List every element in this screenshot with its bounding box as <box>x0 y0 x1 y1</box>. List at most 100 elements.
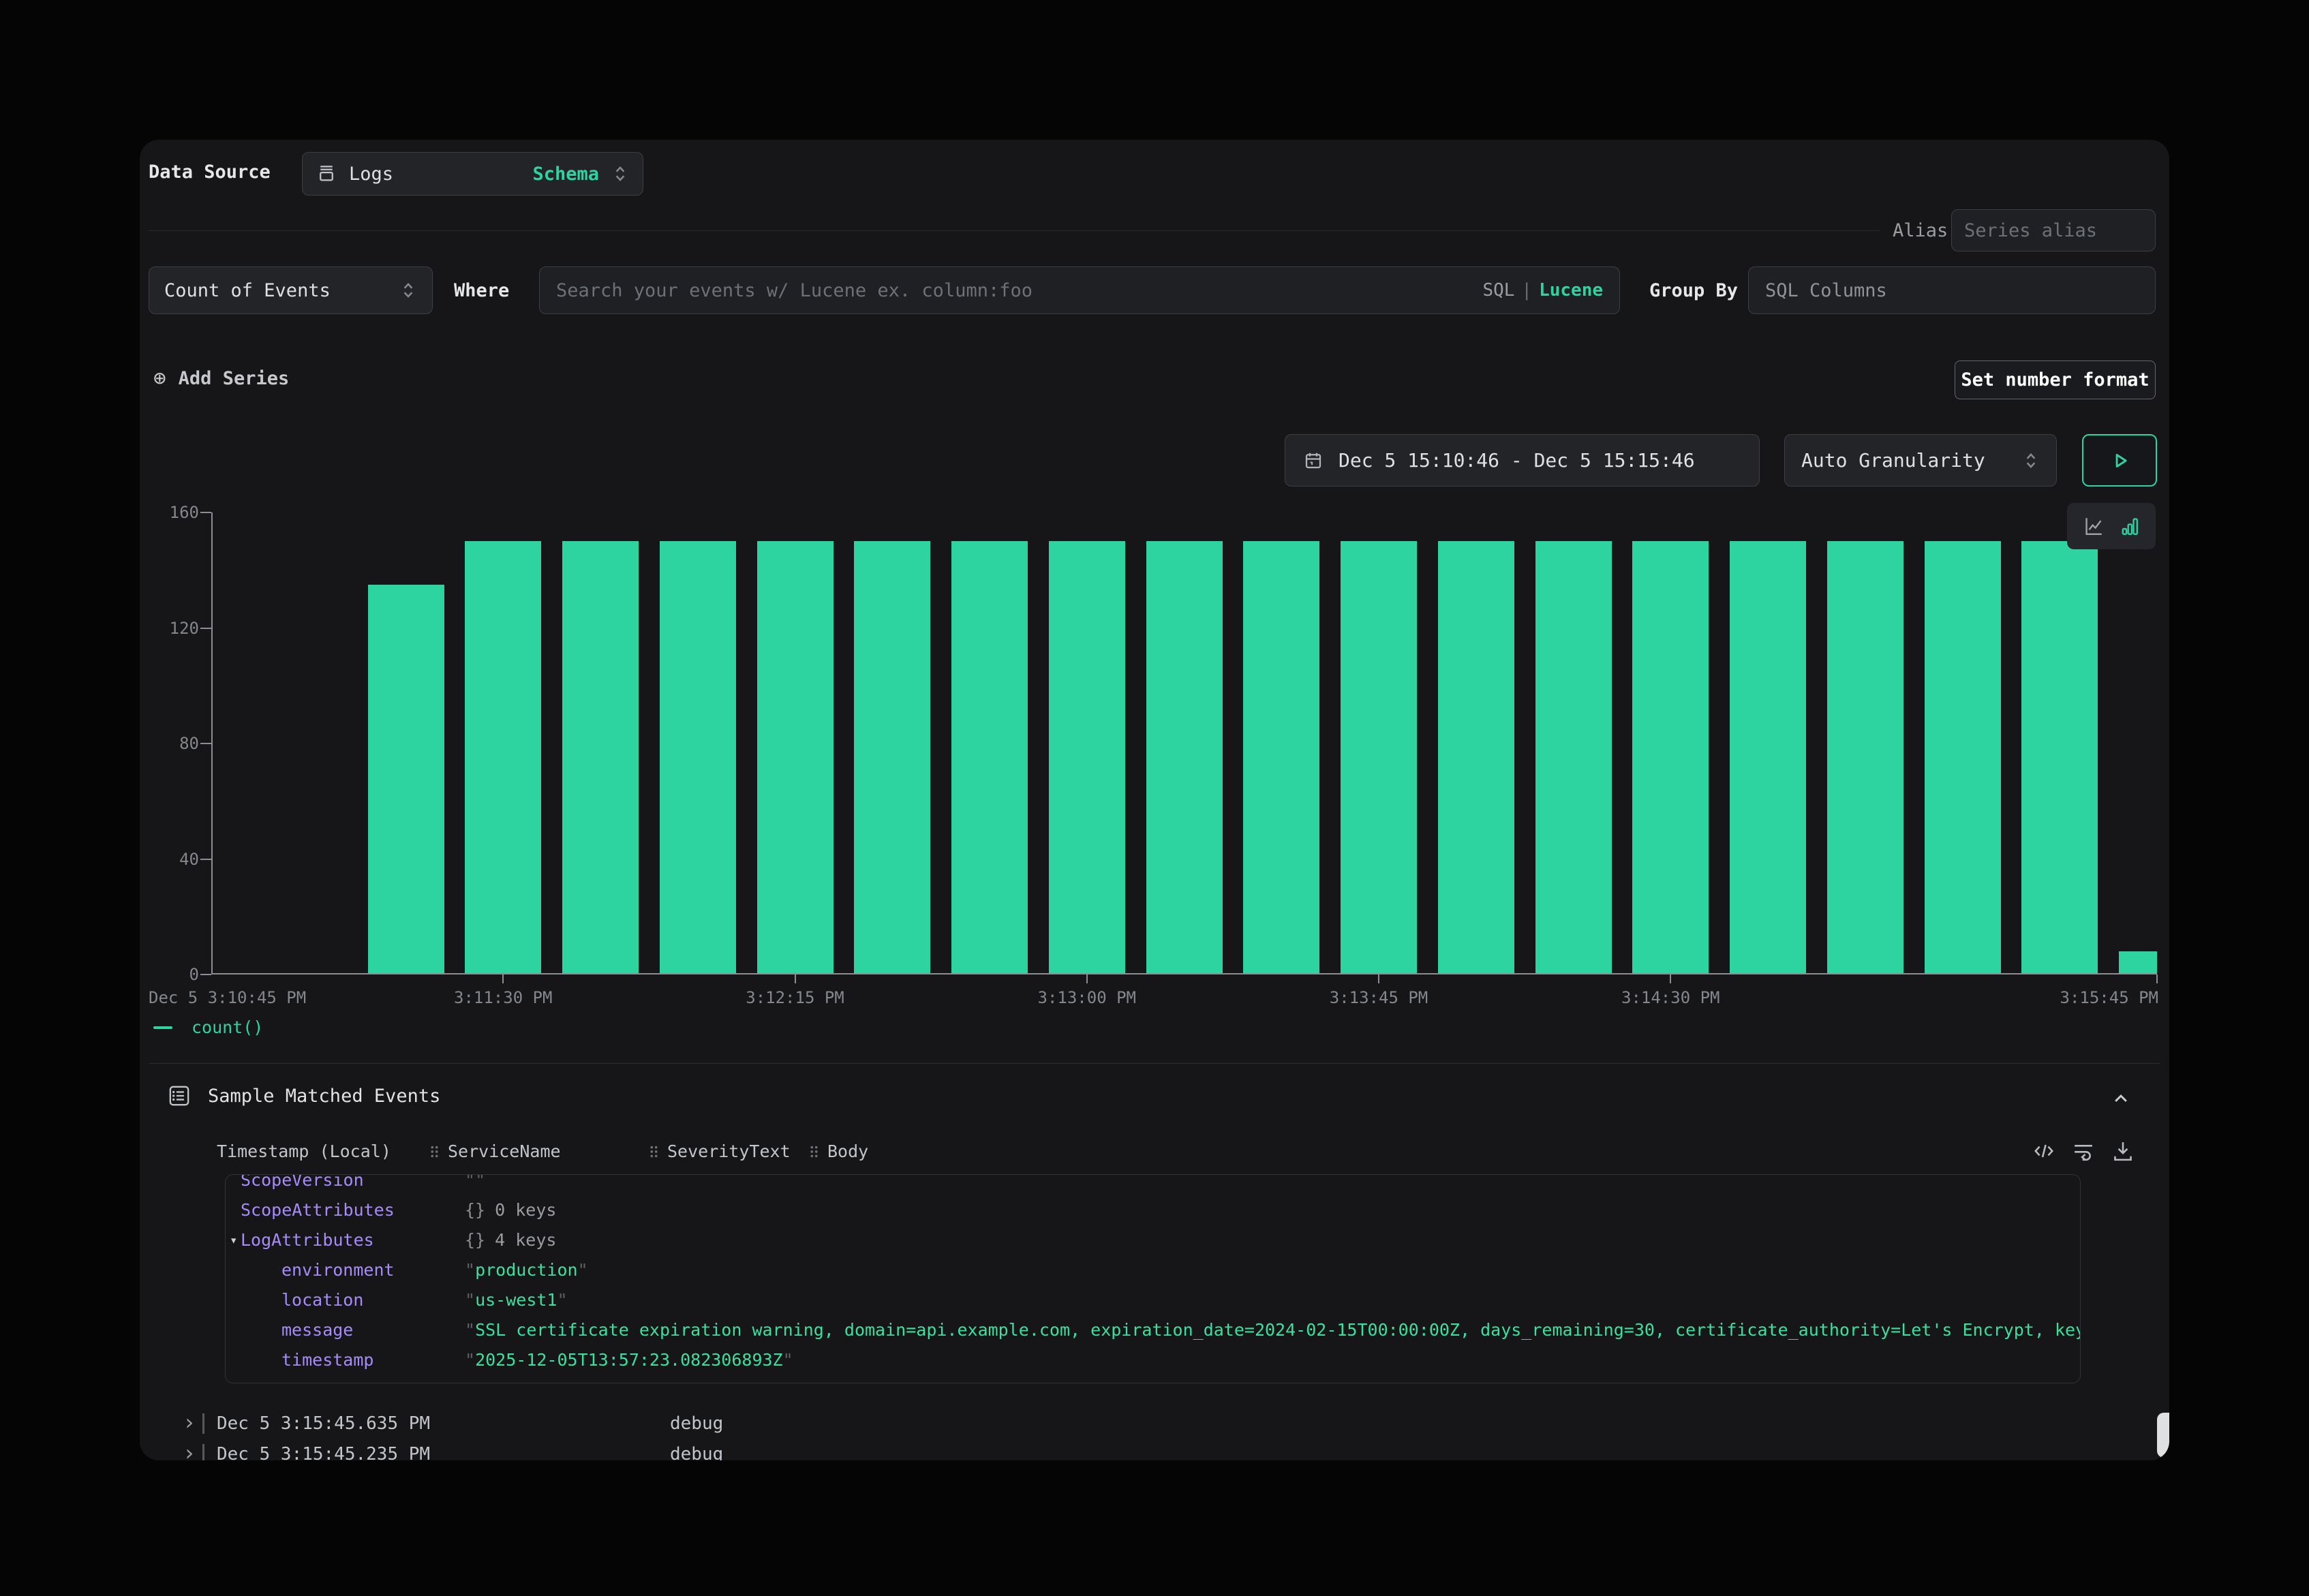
sql-mode-button[interactable]: SQL <box>1482 280 1514 301</box>
x-tick-mark <box>1086 975 1088 983</box>
set-number-format-button[interactable]: Set number format <box>1955 360 2156 399</box>
add-series-button[interactable]: ⊕ Add Series <box>153 366 289 390</box>
data-source-select[interactable]: Logs Schema <box>302 152 643 196</box>
y-axis <box>211 512 213 975</box>
granularity-value: Auto Granularity <box>1801 449 1985 472</box>
line-chart-icon[interactable] <box>2082 515 2105 538</box>
chart-type-toggle[interactable] <box>2067 503 2156 549</box>
search-input[interactable]: Search your events w/ Lucene ex. column:… <box>539 266 1620 314</box>
x-tick-mark <box>502 975 504 983</box>
download-icon[interactable] <box>2111 1139 2135 1163</box>
aggregation-value: Count of Events <box>164 280 331 301</box>
play-icon <box>2108 449 2131 472</box>
y-tick-label: 80 <box>142 734 199 753</box>
bar[interactable] <box>757 541 834 973</box>
attribute-value: "production" <box>465 1255 588 1285</box>
x-tick-mark <box>1378 975 1379 983</box>
lucene-mode-button[interactable]: Lucene <box>1539 280 1603 301</box>
x-tick-mark <box>2156 975 2158 983</box>
bar[interactable] <box>2119 951 2157 973</box>
granularity-select[interactable]: Auto Granularity <box>1784 434 2057 487</box>
event-row[interactable]: ›Dec 5 3:15:45.235 PMdebug <box>140 1439 2169 1460</box>
where-label: Where <box>454 280 509 301</box>
bar[interactable] <box>660 541 736 973</box>
bar[interactable] <box>1827 541 1903 973</box>
detail-row-location[interactable]: location"us-west1" <box>226 1285 2080 1315</box>
group-by-input[interactable]: SQL Columns <box>1748 266 2156 314</box>
scrollbar-thumb[interactable] <box>2157 1413 2169 1458</box>
detail-row-logattributes[interactable]: ▾LogAttributes{}4 keys <box>226 1225 2080 1255</box>
column-header-servicename[interactable]: ServiceName <box>429 1141 561 1161</box>
bar[interactable] <box>465 541 541 973</box>
plus-circle-icon: ⊕ <box>153 366 166 390</box>
chevron-updown-icon <box>2022 450 2040 471</box>
bar-chart[interactable]: 04080120160Dec 5 3:10:45 PM3:11:30 PM3:1… <box>211 512 2157 975</box>
event-row[interactable]: ›Dec 5 3:15:45.635 PMdebug <box>140 1409 2169 1439</box>
detail-row-environment[interactable]: environment"production" <box>226 1255 2080 1285</box>
time-range-picker[interactable]: Dec 5 15:10:46 - Dec 5 15:15:46 <box>1285 434 1760 487</box>
attribute-value: "SSL certificate expiration warning, dom… <box>465 1315 2081 1345</box>
detail-row-scopeattributes[interactable]: ScopeAttributes{}0 keys <box>226 1195 2080 1225</box>
collapse-section-button[interactable] <box>2109 1087 2132 1110</box>
event-severity: debug <box>670 1409 723 1439</box>
bar[interactable] <box>1438 541 1514 973</box>
detail-row-scopeversion[interactable]: ScopeVersion"" <box>226 1174 2080 1195</box>
severity-bar <box>202 1413 204 1434</box>
chevron-up-icon <box>2109 1087 2132 1110</box>
chart-legend[interactable]: count() <box>153 1017 263 1037</box>
schema-button[interactable]: Schema <box>532 164 599 185</box>
y-tick-label: 40 <box>142 850 199 869</box>
y-tick-label: 0 <box>142 965 199 984</box>
chevron-updown-icon <box>611 164 629 184</box>
bar[interactable] <box>951 541 1028 973</box>
detail-row-message[interactable]: message "SSL certificate expiration warni… <box>226 1315 2080 1345</box>
column-header-label: ServiceName <box>448 1141 561 1161</box>
bar[interactable] <box>1632 541 1709 973</box>
attribute-key: location <box>281 1290 363 1310</box>
expand-triangle-icon[interactable]: ▾ <box>230 1225 237 1255</box>
y-tick-mark <box>200 859 211 860</box>
events-section-header[interactable]: Sample Matched Events <box>167 1084 440 1108</box>
column-header-severitytext[interactable]: SeverityText <box>649 1141 791 1161</box>
alias-label: Alias <box>1893 220 1948 241</box>
y-tick-mark <box>200 512 211 513</box>
x-tick-mark <box>795 975 796 983</box>
bar[interactable] <box>1243 541 1319 973</box>
legend-swatch <box>153 1026 172 1029</box>
attribute-value: {}4 keys <box>465 1225 556 1255</box>
bar[interactable] <box>1925 541 2001 973</box>
bar[interactable] <box>1730 541 1806 973</box>
bar[interactable] <box>2021 541 2098 973</box>
code-icon[interactable] <box>2032 1139 2056 1163</box>
attribute-value: "" <box>465 1174 485 1195</box>
x-tick-label: 3:12:15 PM <box>746 988 844 1007</box>
alias-input[interactable]: Series alias <box>1951 209 2156 251</box>
bar[interactable] <box>1146 541 1223 973</box>
attribute-key: ScopeAttributes <box>241 1200 395 1220</box>
bar[interactable] <box>562 541 639 973</box>
bar[interactable] <box>1049 541 1125 973</box>
group-by-placeholder: SQL Columns <box>1765 280 1887 301</box>
braces-icon: {} <box>465 1200 485 1220</box>
attribute-key: message <box>281 1320 353 1340</box>
chevron-right-icon[interactable]: › <box>183 1409 196 1436</box>
x-tick-label: 3:15:45 PM <box>2060 988 2159 1007</box>
bar[interactable] <box>1341 541 1417 973</box>
chevron-right-icon[interactable]: › <box>183 1439 196 1460</box>
bar[interactable] <box>1535 541 1612 973</box>
column-header-body[interactable]: Body <box>809 1141 868 1161</box>
text-wrap-icon[interactable] <box>2071 1139 2096 1163</box>
x-tick-label: 3:14:30 PM <box>1621 988 1720 1007</box>
column-header-label: Timestamp (Local) <box>217 1141 391 1161</box>
bar[interactable] <box>854 541 930 973</box>
aggregation-select[interactable]: Count of Events <box>149 266 433 314</box>
set-number-format-label: Set number format <box>1961 369 2149 390</box>
detail-row-timestamp[interactable]: timestamp"2025-12-05T13:57:23.082306893Z… <box>226 1345 2080 1375</box>
bar[interactable] <box>368 585 444 973</box>
run-query-button[interactable] <box>2082 434 2157 487</box>
column-header-timestamp-local-[interactable]: Timestamp (Local) <box>217 1141 391 1161</box>
drag-handle-icon <box>429 1144 440 1159</box>
group-by-label: Group By <box>1649 280 1738 301</box>
chevron-updown-icon <box>399 280 417 301</box>
bar-chart-icon[interactable] <box>2117 515 2141 538</box>
